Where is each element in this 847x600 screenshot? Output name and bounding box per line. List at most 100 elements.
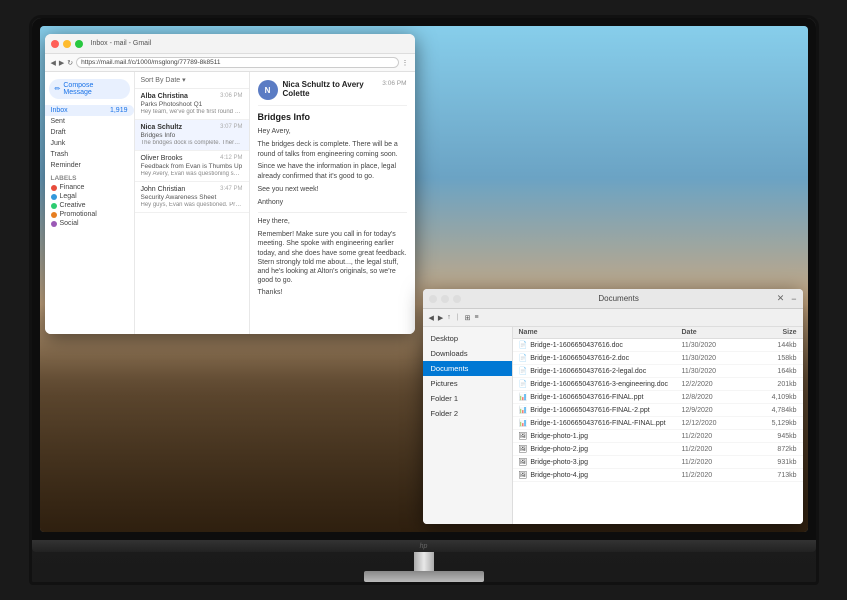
file-icon: 🖼 — [519, 432, 528, 440]
file-icon: 📊 — [519, 393, 528, 401]
email-item-2[interactable]: 3:07 PM Nica Schultz Bridges Info The br… — [135, 120, 249, 151]
file-icon: 📄 — [519, 354, 528, 362]
file-icon: 📄 — [519, 380, 528, 388]
table-row[interactable]: 📊 Bridge-1-1606650437616-FINAL.ppt 12/8/… — [513, 391, 803, 404]
file-win-ctrl-2[interactable] — [441, 295, 449, 303]
compose-icon: ✏ — [55, 85, 61, 93]
file-close-icon[interactable]: ✕ — [777, 293, 785, 304]
table-row[interactable]: 🖼 Bridge-photo-3.jpg 11/2/2020 931kb — [513, 456, 803, 469]
table-row[interactable]: 📄 Bridge-1-1606650437616-2.doc 11/30/202… — [513, 352, 803, 365]
email-para-2: Since we have the information in place, … — [258, 162, 407, 182]
sidebar-documents[interactable]: Documents — [423, 361, 512, 376]
label-creative[interactable]: Creative — [45, 201, 134, 210]
sidebar-downloads[interactable]: Downloads — [423, 346, 512, 361]
monitor-stand — [364, 552, 484, 582]
draft-label: Draft — [51, 129, 66, 136]
file-date: 12/2/2020 — [682, 381, 752, 388]
table-row[interactable]: 🖼 Bridge-photo-2.jpg 11/2/2020 872kb — [513, 443, 803, 456]
file-win-ctrl-1[interactable] — [429, 295, 437, 303]
email-subject-3: Feedback from Evan is Thumbs Up — [141, 163, 243, 170]
file-name: 📄 Bridge-1-1606650437616-2.doc — [519, 354, 682, 362]
file-size: 872kb — [752, 446, 797, 453]
file-date: 11/2/2020 — [682, 446, 752, 453]
file-date: 12/12/2020 — [682, 420, 752, 427]
file-body: Desktop Downloads Documents Pictures Fol… — [423, 327, 803, 524]
label-legal[interactable]: Legal — [45, 192, 134, 201]
sent-label: Sent — [51, 118, 65, 125]
file-explorer-window: Documents ✕ − ◀ ▶ ↑ | ⊞ ≡ Desktop — [423, 289, 803, 524]
file-size: 158kb — [752, 355, 797, 362]
col-size-header[interactable]: Size — [752, 329, 797, 336]
email-subject-4: Security Awareness Sheet — [141, 194, 243, 201]
sidebar-item-junk[interactable]: Junk — [45, 138, 134, 149]
browser-menu-icon[interactable]: ⋮ — [402, 59, 409, 67]
sidebar-pictures[interactable]: Pictures — [423, 376, 512, 391]
browser-url-bar[interactable]: https://mail.mail.f/c/1000/msglong/77789… — [76, 57, 398, 68]
file-win-ctrl-3[interactable] — [453, 295, 461, 303]
col-name-header[interactable]: Name — [519, 329, 682, 336]
email-item-4[interactable]: 3:47 PM John Christian Security Awarenes… — [135, 182, 249, 213]
table-row[interactable]: 🖼 Bridge-photo-4.jpg 11/2/2020 713kb — [513, 469, 803, 482]
email-greeting: Hey Avery, — [258, 127, 407, 137]
window-close-btn[interactable] — [51, 40, 59, 48]
email-second-body: Remember! Make sure you call in for toda… — [258, 230, 407, 285]
table-row[interactable]: 📄 Bridge-1-1606650437616-2-legal.doc 11/… — [513, 365, 803, 378]
sidebar-item-trash[interactable]: Trash — [45, 149, 134, 160]
sidebar-desktop[interactable]: Desktop — [423, 331, 512, 346]
col-date-header[interactable]: Date — [682, 329, 752, 336]
email-from-info: Nica Schultz to Avery Colette — [283, 80, 378, 98]
label-legal-text: Legal — [60, 193, 77, 200]
file-size: 201kb — [752, 381, 797, 388]
email-sign: Anthony — [258, 198, 407, 208]
email-preview-1: Hey team, we've got the first round of d… — [141, 109, 243, 115]
sidebar-item-reminder[interactable]: Reminder — [45, 160, 134, 171]
file-minimize-icon[interactable]: − — [791, 294, 796, 304]
label-promotional[interactable]: Promotional — [45, 210, 134, 219]
compose-button[interactable]: ✏ Compose Message — [49, 79, 130, 99]
label-finance[interactable]: Finance — [45, 183, 134, 192]
file-date: 12/8/2020 — [682, 394, 752, 401]
browser-refresh-icon[interactable]: ↻ — [67, 59, 73, 67]
table-row[interactable]: 🖼 Bridge-photo-1.jpg 11/2/2020 945kb — [513, 430, 803, 443]
file-icon: 🖼 — [519, 445, 528, 453]
compose-label: Compose Message — [63, 82, 123, 96]
email-received-time: 3:06 PM — [382, 80, 406, 87]
file-name: 🖼 Bridge-photo-1.jpg — [519, 432, 682, 440]
label-social-text: Social — [60, 220, 79, 227]
email-item-1[interactable]: 3:06 PM Alba Christina Parks Photoshoot … — [135, 89, 249, 120]
toolbar-separator: | — [457, 314, 459, 321]
email-item-3[interactable]: 4:12 PM Oliver Brooks Feedback from Evan… — [135, 151, 249, 182]
window-maximize-btn[interactable] — [75, 40, 83, 48]
file-size: 945kb — [752, 433, 797, 440]
browser-forward-icon[interactable]: ▶ — [59, 59, 64, 67]
monitor: Inbox - mail - Gmail ◀ ▶ ↻ https://mail.… — [29, 15, 819, 585]
file-forward-icon[interactable]: ▶ — [438, 314, 443, 322]
email-preview-2: The bridges dock is complete. There will… — [141, 140, 243, 146]
table-row[interactable]: 📊 Bridge-1-1606650437616-FINAL-2.ppt 12/… — [513, 404, 803, 417]
file-list-view-icon[interactable]: ≡ — [474, 314, 478, 321]
browser-back-icon[interactable]: ◀ — [51, 59, 56, 67]
sidebar-item-sent[interactable]: Sent — [45, 116, 134, 127]
file-name: 📊 Bridge-1-1606650437616-FINAL-2.ppt — [519, 406, 682, 414]
reminder-label: Reminder — [51, 162, 81, 169]
file-sidebar: Desktop Downloads Documents Pictures Fol… — [423, 327, 513, 524]
table-row[interactable]: 📄 Bridge-1-1606650437616-3-engineering.d… — [513, 378, 803, 391]
sidebar-item-draft[interactable]: Draft — [45, 127, 134, 138]
email-subject-2: Bridges Info — [141, 132, 243, 139]
label-social[interactable]: Social — [45, 219, 134, 228]
file-icon: 📄 — [519, 367, 528, 375]
file-back-icon[interactable]: ◀ — [429, 314, 434, 322]
table-row[interactable]: 📄 Bridge-1-1606650437616.doc 11/30/2020 … — [513, 339, 803, 352]
window-minimize-btn[interactable] — [63, 40, 71, 48]
file-up-icon[interactable]: ↑ — [447, 314, 451, 321]
sidebar-folder2[interactable]: Folder 2 — [423, 406, 512, 421]
sidebar-folder1[interactable]: Folder 1 — [423, 391, 512, 406]
table-row[interactable]: 📊 Bridge-1-1606650437616-FINAL-FINAL.ppt… — [513, 417, 803, 430]
email-body: ✏ Compose Message Inbox 1,919 Sent Draft — [45, 72, 415, 334]
email-see-you: See you next week! — [258, 185, 407, 195]
sort-label[interactable]: Sort By Date ▾ — [141, 76, 186, 84]
sidebar-item-inbox[interactable]: Inbox 1,919 — [45, 105, 134, 116]
file-icon: 🖼 — [519, 458, 528, 466]
file-view-icon[interactable]: ⊞ — [465, 314, 471, 322]
email-content-body: Hey Avery, The bridges deck is complete.… — [258, 127, 407, 298]
